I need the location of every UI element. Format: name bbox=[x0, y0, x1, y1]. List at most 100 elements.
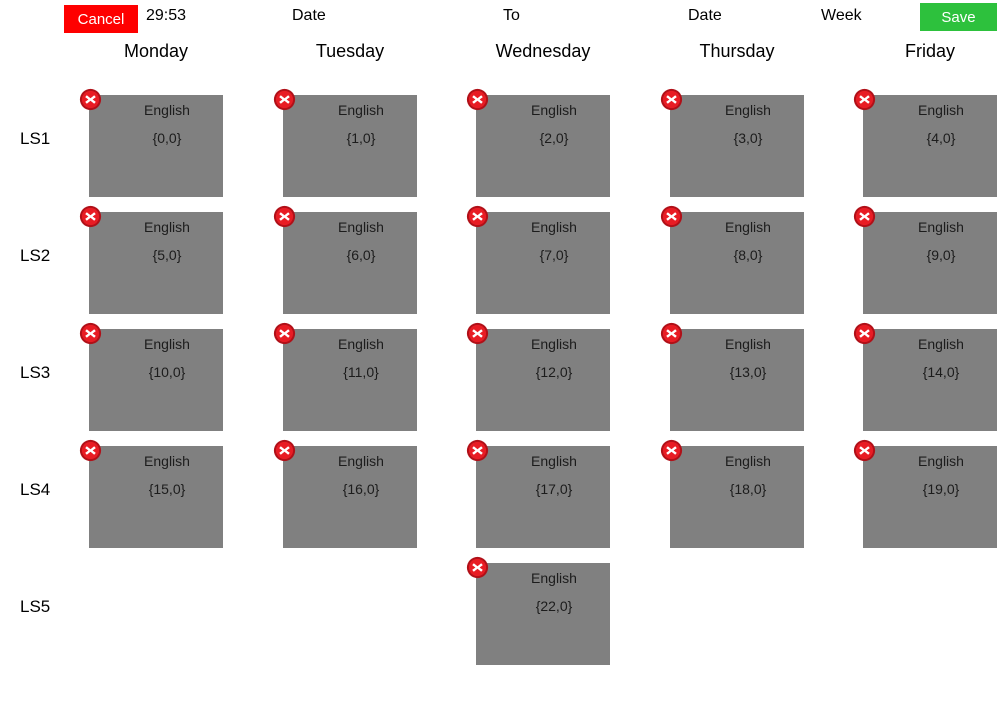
close-circle-icon[interactable] bbox=[273, 88, 296, 111]
lesson-subject: English bbox=[725, 219, 771, 235]
lesson-coordinate: {14,0} bbox=[922, 364, 960, 380]
lesson-text: English {16,0} bbox=[305, 451, 417, 499]
lesson-text: English {18,0} bbox=[692, 451, 804, 499]
lesson-coordinate: {0,0} bbox=[152, 130, 182, 146]
lesson-text: English {6,0} bbox=[305, 217, 417, 265]
lesson-text: English {17,0} bbox=[498, 451, 610, 499]
lesson-coordinate: {22,0} bbox=[535, 598, 573, 614]
lesson-subject: English bbox=[725, 453, 771, 469]
lesson-coordinate: {18,0} bbox=[729, 481, 767, 497]
lesson-coordinate: {10,0} bbox=[148, 364, 186, 380]
close-circle-icon[interactable] bbox=[466, 205, 489, 228]
lesson-block[interactable]: English {14,0} bbox=[853, 322, 997, 431]
lesson-subject: English bbox=[531, 570, 577, 586]
lesson-block[interactable]: English {12,0} bbox=[466, 322, 610, 431]
lesson-text: English {19,0} bbox=[885, 451, 997, 499]
close-circle-icon[interactable] bbox=[466, 439, 489, 462]
lesson-coordinate: {19,0} bbox=[922, 481, 960, 497]
lesson-block[interactable]: English {1,0} bbox=[273, 88, 417, 197]
lesson-coordinate: {17,0} bbox=[535, 481, 573, 497]
lesson-coordinate: {2,0} bbox=[539, 130, 569, 146]
close-circle-icon[interactable] bbox=[466, 88, 489, 111]
close-circle-icon[interactable] bbox=[660, 205, 683, 228]
lesson-coordinate: {7,0} bbox=[539, 247, 569, 263]
lesson-text: English {12,0} bbox=[498, 334, 610, 382]
lesson-subject: English bbox=[338, 102, 384, 118]
lesson-coordinate: {4,0} bbox=[926, 130, 956, 146]
lesson-block[interactable]: English {17,0} bbox=[466, 439, 610, 548]
close-circle-icon[interactable] bbox=[853, 322, 876, 345]
lesson-block[interactable]: English {13,0} bbox=[660, 322, 804, 431]
close-circle-icon[interactable] bbox=[79, 322, 102, 345]
row-label-ls5: LS5 bbox=[20, 597, 51, 616]
row-label-ls4: LS4 bbox=[20, 480, 51, 499]
close-circle-icon[interactable] bbox=[273, 205, 296, 228]
row-label-ls2: LS2 bbox=[20, 246, 51, 265]
close-circle-icon[interactable] bbox=[853, 439, 876, 462]
lesson-text: English {10,0} bbox=[111, 334, 223, 382]
lesson-subject: English bbox=[338, 219, 384, 235]
lesson-block[interactable]: English {9,0} bbox=[853, 205, 997, 314]
lesson-coordinate: {8,0} bbox=[733, 247, 763, 263]
lesson-block[interactable]: English {16,0} bbox=[273, 439, 417, 548]
lesson-text: English {13,0} bbox=[692, 334, 804, 382]
lesson-block[interactable]: English {15,0} bbox=[79, 439, 223, 548]
close-circle-icon[interactable] bbox=[660, 439, 683, 462]
lesson-subject: English bbox=[531, 336, 577, 352]
close-circle-icon[interactable] bbox=[79, 205, 102, 228]
row-label-ls1: LS1 bbox=[20, 129, 51, 148]
lesson-subject: English bbox=[144, 102, 190, 118]
lesson-subject: English bbox=[338, 336, 384, 352]
lesson-coordinate: {15,0} bbox=[148, 481, 186, 497]
lesson-text: English {14,0} bbox=[885, 334, 997, 382]
lesson-subject: English bbox=[144, 219, 190, 235]
lesson-text: English {5,0} bbox=[111, 217, 223, 265]
lesson-block[interactable]: English {5,0} bbox=[79, 205, 223, 314]
lesson-coordinate: {5,0} bbox=[152, 247, 182, 263]
lesson-block[interactable]: English {7,0} bbox=[466, 205, 610, 314]
lesson-text: English {2,0} bbox=[498, 100, 610, 148]
lesson-block[interactable]: English {0,0} bbox=[79, 88, 223, 197]
lesson-block[interactable]: English {11,0} bbox=[273, 322, 417, 431]
close-circle-icon[interactable] bbox=[79, 439, 102, 462]
lesson-subject: English bbox=[144, 336, 190, 352]
lesson-block[interactable]: English {2,0} bbox=[466, 88, 610, 197]
lesson-block[interactable]: English {22,0} bbox=[466, 556, 610, 665]
lesson-block[interactable]: English {18,0} bbox=[660, 439, 804, 548]
lesson-coordinate: {3,0} bbox=[733, 130, 763, 146]
timetable-grid: LS1 LS2 LS3 LS4 LS5 English {0,0} English {1,0} E… bbox=[0, 0, 1008, 717]
lesson-text: English {7,0} bbox=[498, 217, 610, 265]
close-circle-icon[interactable] bbox=[273, 322, 296, 345]
lesson-block[interactable]: English {4,0} bbox=[853, 88, 997, 197]
lesson-coordinate: {9,0} bbox=[926, 247, 956, 263]
lesson-coordinate: {13,0} bbox=[729, 364, 767, 380]
lesson-subject: English bbox=[531, 219, 577, 235]
lesson-subject: English bbox=[918, 219, 964, 235]
lesson-coordinate: {11,0} bbox=[343, 364, 379, 380]
lesson-subject: English bbox=[725, 102, 771, 118]
close-circle-icon[interactable] bbox=[273, 439, 296, 462]
close-circle-icon[interactable] bbox=[79, 88, 102, 111]
lesson-coordinate: {12,0} bbox=[535, 364, 573, 380]
lesson-text: English {9,0} bbox=[885, 217, 997, 265]
lesson-text: English {8,0} bbox=[692, 217, 804, 265]
lesson-block[interactable]: English {10,0} bbox=[79, 322, 223, 431]
lesson-text: English {4,0} bbox=[885, 100, 997, 148]
lesson-subject: English bbox=[338, 453, 384, 469]
close-circle-icon[interactable] bbox=[853, 88, 876, 111]
close-circle-icon[interactable] bbox=[466, 556, 489, 579]
close-circle-icon[interactable] bbox=[660, 88, 683, 111]
lesson-text: English {22,0} bbox=[498, 568, 610, 616]
lesson-coordinate: {1,0} bbox=[346, 130, 376, 146]
lesson-block[interactable]: English {19,0} bbox=[853, 439, 997, 548]
lesson-block[interactable]: English {6,0} bbox=[273, 205, 417, 314]
lesson-coordinate: {6,0} bbox=[346, 247, 376, 263]
lesson-subject: English bbox=[918, 102, 964, 118]
close-circle-icon[interactable] bbox=[466, 322, 489, 345]
lesson-block[interactable]: English {3,0} bbox=[660, 88, 804, 197]
close-circle-icon[interactable] bbox=[660, 322, 683, 345]
row-label-ls3: LS3 bbox=[20, 363, 51, 382]
lesson-subject: English bbox=[531, 453, 577, 469]
lesson-block[interactable]: English {8,0} bbox=[660, 205, 804, 314]
close-circle-icon[interactable] bbox=[853, 205, 876, 228]
